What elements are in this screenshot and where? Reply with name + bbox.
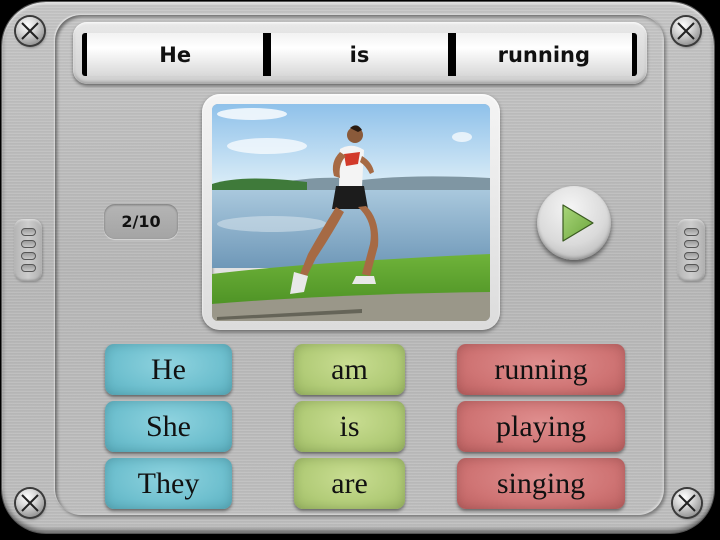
sentence-slot-verb[interactable]: is xyxy=(271,33,448,76)
picture-frame xyxy=(202,94,500,330)
word-button-verb[interactable]: am xyxy=(294,344,405,395)
sentence-bar: He is running xyxy=(73,22,647,84)
word-button-verb[interactable]: are xyxy=(294,458,405,509)
sentence-slot-subject[interactable]: He xyxy=(87,33,264,76)
side-grip-icon xyxy=(677,219,705,281)
play-icon xyxy=(562,204,594,242)
word-button-action[interactable]: playing xyxy=(457,401,625,452)
running-man-picture xyxy=(212,104,490,321)
screw-icon xyxy=(16,489,44,517)
side-grip-icon xyxy=(14,219,42,281)
progress-counter: 2/10 xyxy=(104,204,178,239)
sentence-slot-action[interactable]: running xyxy=(455,33,632,76)
screw-icon xyxy=(16,17,44,45)
word-button-subject[interactable]: They xyxy=(105,458,232,509)
word-button-subject[interactable]: She xyxy=(105,401,232,452)
word-button-verb[interactable]: is xyxy=(294,401,405,452)
screw-icon xyxy=(673,489,701,517)
screw-icon xyxy=(672,17,700,45)
word-button-action[interactable]: running xyxy=(457,344,625,395)
sentence-slots: He is running xyxy=(82,33,637,76)
word-button-action[interactable]: singing xyxy=(457,458,625,509)
word-button-subject[interactable]: He xyxy=(105,344,232,395)
play-button[interactable] xyxy=(537,186,611,260)
